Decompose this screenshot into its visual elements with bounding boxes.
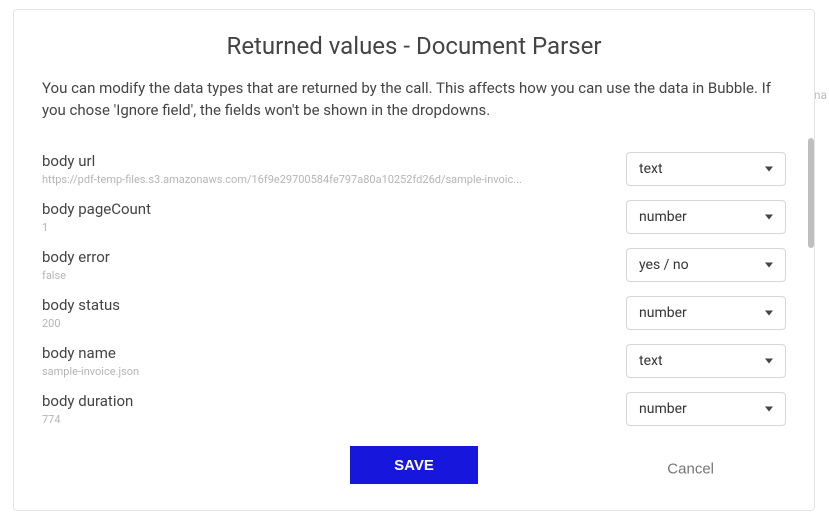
- field-row: body pageCount 1 number: [42, 200, 786, 234]
- type-select-body-url[interactable]: text: [626, 152, 786, 186]
- field-label: body pageCount: [42, 200, 606, 218]
- returned-values-modal: Returned values - Document Parser You ca…: [13, 9, 815, 511]
- field-label: body name: [42, 344, 606, 362]
- field-label: body status: [42, 296, 606, 314]
- type-select-value: yes / no: [639, 257, 689, 273]
- field-row: body error false yes / no: [42, 248, 786, 282]
- type-select-value: number: [639, 305, 687, 321]
- field-info: body duration 774: [42, 392, 626, 426]
- field-row: body status 200 number: [42, 296, 786, 330]
- field-label: body duration: [42, 392, 606, 410]
- type-select-value: number: [639, 209, 687, 225]
- chevron-down-icon: [765, 310, 773, 315]
- field-label: body url: [42, 152, 606, 170]
- chevron-down-icon: [765, 214, 773, 219]
- modal-title: Returned values - Document Parser: [14, 10, 814, 78]
- chevron-down-icon: [765, 166, 773, 171]
- save-button[interactable]: SAVE: [350, 446, 478, 484]
- chevron-down-icon: [765, 406, 773, 411]
- type-select-value: text: [639, 353, 663, 369]
- field-info: body status 200: [42, 296, 626, 330]
- scrollbar-thumb[interactable]: [808, 138, 814, 248]
- field-sample-value: false: [42, 269, 522, 282]
- modal-description: You can modify the data types that are r…: [42, 78, 786, 122]
- field-label: body error: [42, 248, 606, 266]
- field-sample-value: sample-invoice.json: [42, 365, 522, 378]
- field-row: body name sample-invoice.json text: [42, 344, 786, 378]
- chevron-down-icon: [765, 262, 773, 267]
- modal-footer: SAVE Cancel: [14, 427, 814, 510]
- field-info: body error false: [42, 248, 626, 282]
- field-info: body name sample-invoice.json: [42, 344, 626, 378]
- type-select-body-error[interactable]: yes / no: [626, 248, 786, 282]
- field-info: body pageCount 1: [42, 200, 626, 234]
- field-sample-value: 200: [42, 317, 522, 330]
- field-sample-value: 1: [42, 221, 522, 234]
- field-sample-value: https://pdf-temp-files.s3.amazonaws.com/…: [42, 173, 522, 186]
- type-select-value: number: [639, 401, 687, 417]
- type-select-body-pagecount[interactable]: number: [626, 200, 786, 234]
- modal-body: You can modify the data types that are r…: [14, 78, 814, 427]
- type-select-value: text: [639, 161, 663, 177]
- field-row: body url https://pdf-temp-files.s3.amazo…: [42, 152, 786, 186]
- type-select-body-name[interactable]: text: [626, 344, 786, 378]
- type-select-body-duration[interactable]: number: [626, 392, 786, 426]
- field-row: body duration 774 number: [42, 392, 786, 426]
- cancel-button[interactable]: Cancel: [667, 461, 714, 478]
- chevron-down-icon: [765, 358, 773, 363]
- field-info: body url https://pdf-temp-files.s3.amazo…: [42, 152, 626, 186]
- type-select-body-status[interactable]: number: [626, 296, 786, 330]
- field-sample-value: 774: [42, 413, 522, 426]
